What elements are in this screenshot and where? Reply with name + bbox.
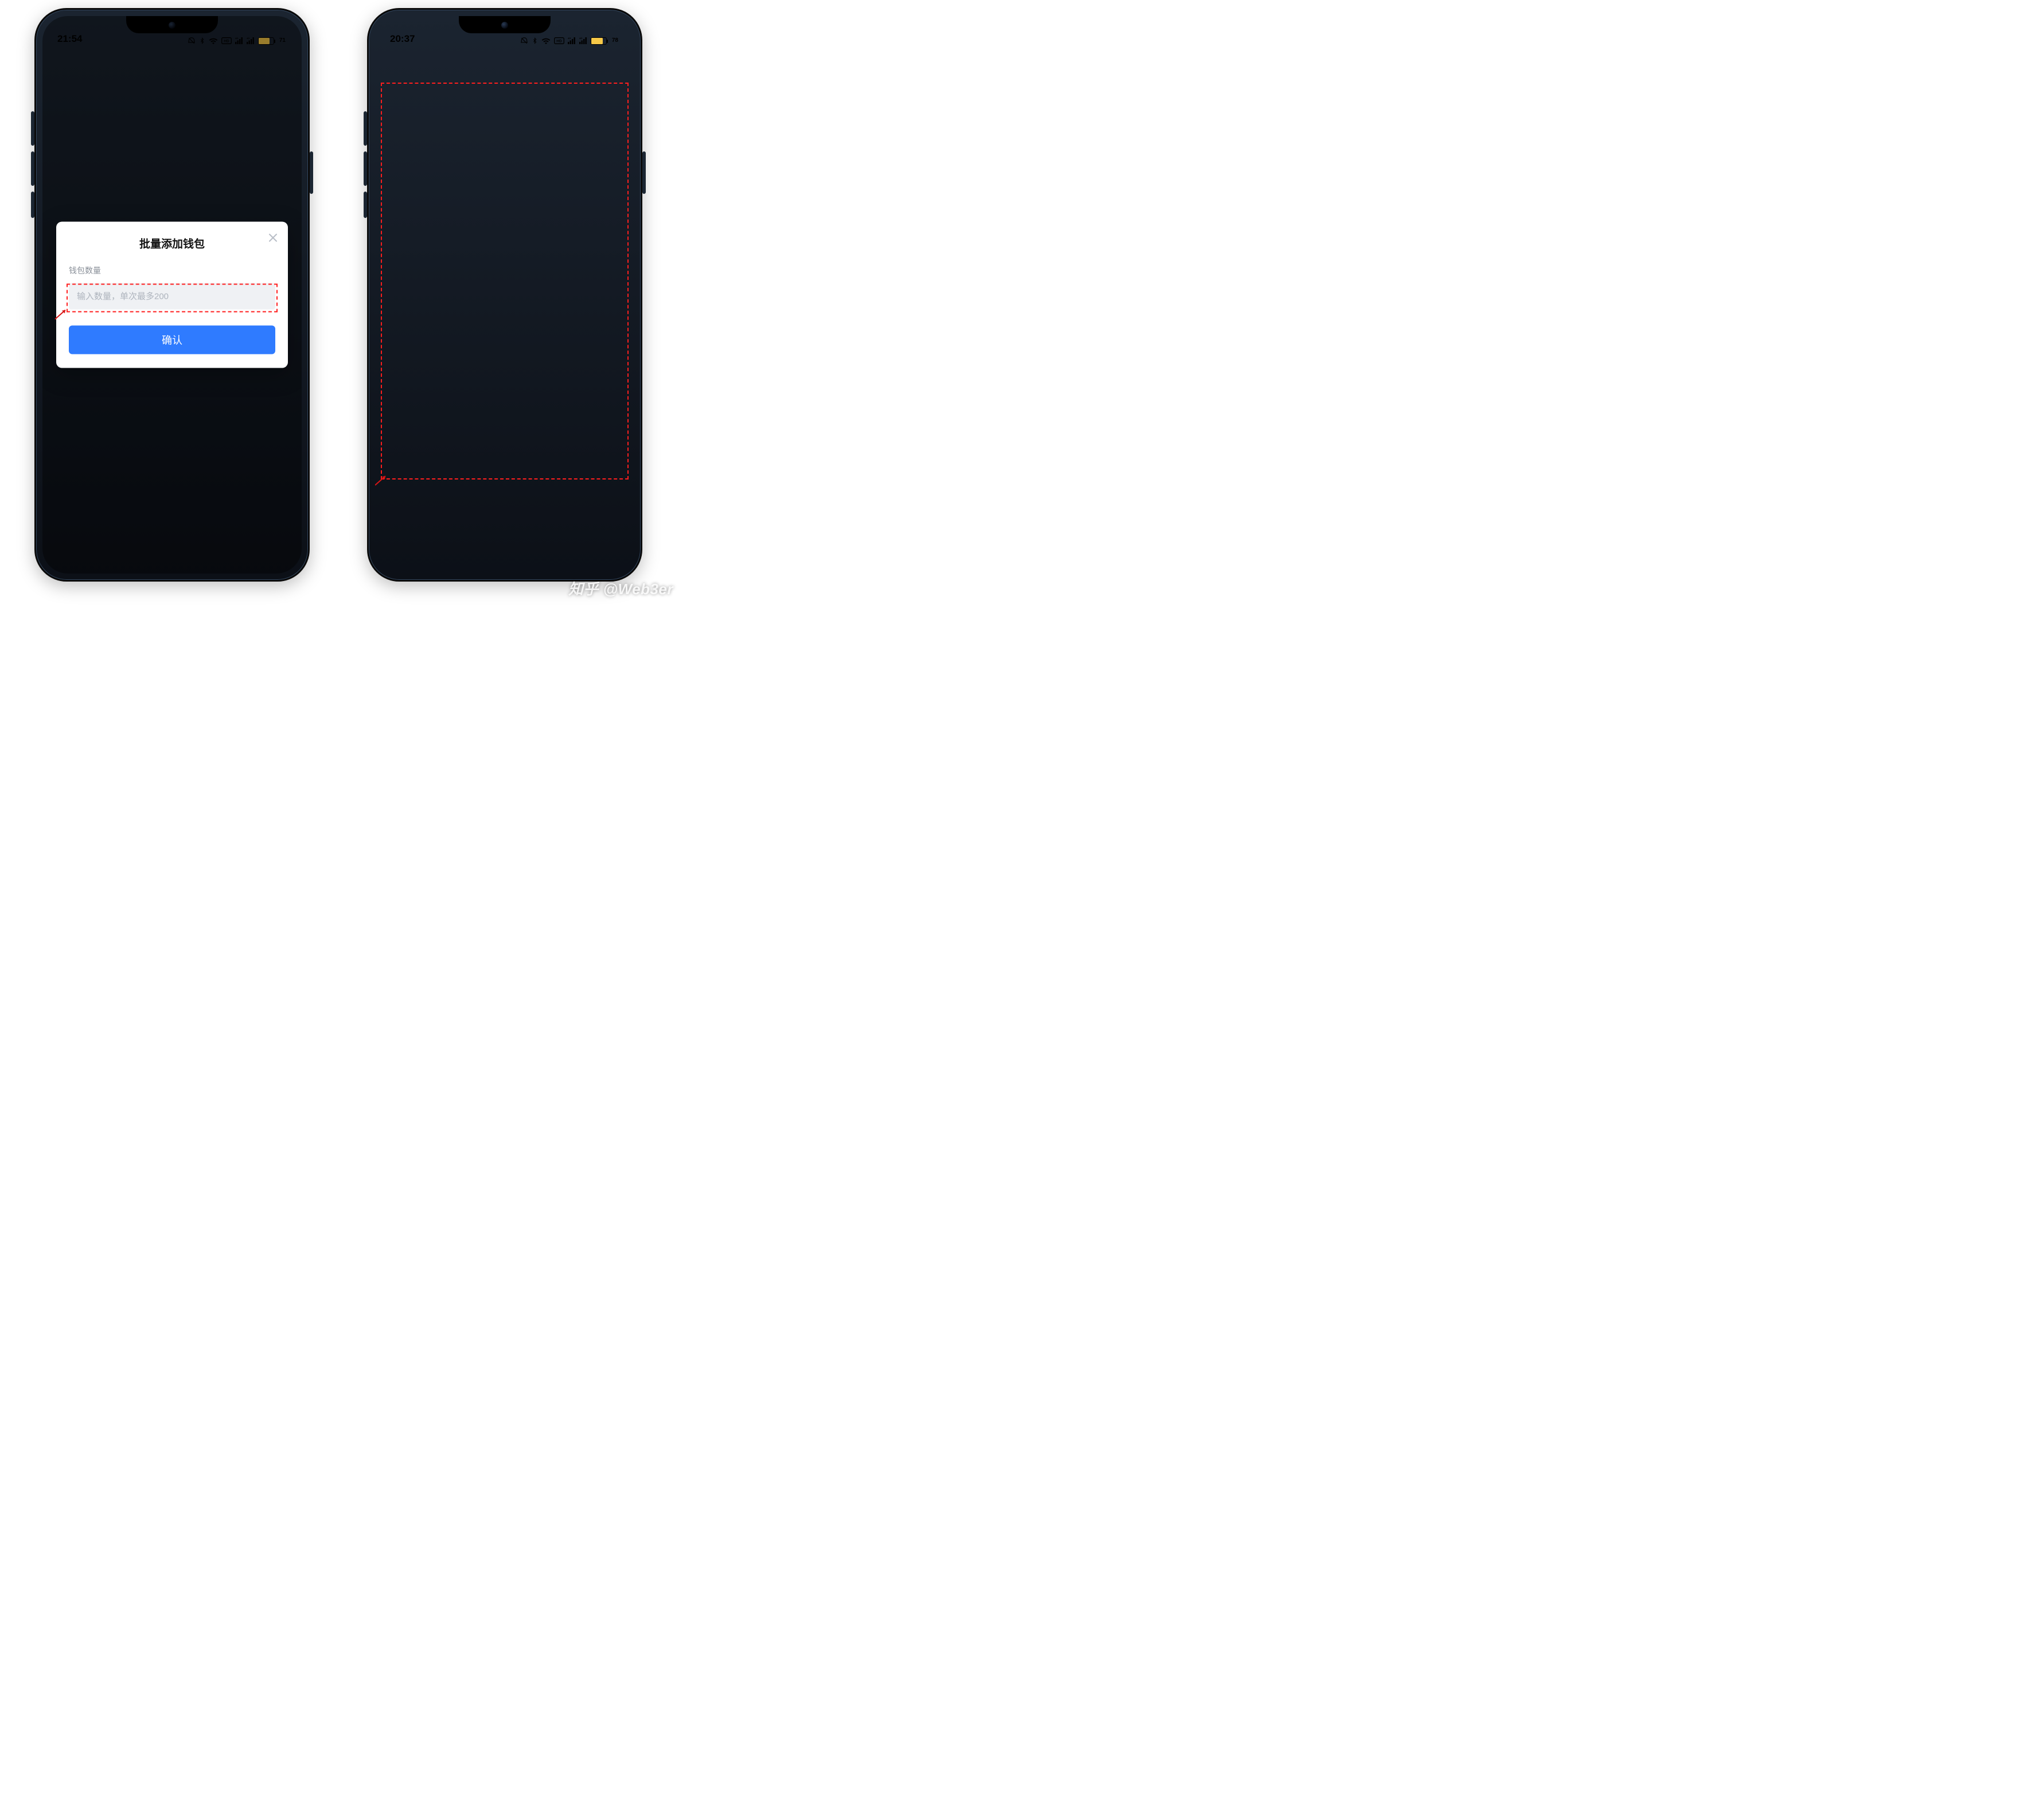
wallet-list[interactable]: BSC-4 0x1975E4181D3…F028d02407c8A 路径：m/44'… bbox=[375, 78, 634, 464]
svg-text:4G: 4G bbox=[568, 37, 571, 40]
wallet-name: BSC-12 bbox=[388, 324, 622, 336]
confirm-button[interactable]: 确认 bbox=[69, 326, 275, 354]
modal-field-label: 钱包数量 bbox=[69, 265, 275, 276]
signal1-icon: 4G bbox=[568, 37, 576, 44]
wallet-count-input[interactable] bbox=[69, 283, 275, 310]
arrow-icon bbox=[54, 308, 69, 321]
wallet-address: 0x498f6fdF3a36…6b8eB69136a1f bbox=[388, 184, 622, 193]
wallet-address: 0x1975E4181D3…F028d02407c8A bbox=[388, 107, 622, 116]
bluetooth-icon bbox=[532, 37, 538, 45]
mute-icon bbox=[520, 37, 528, 45]
modal-title: 批量添加钱包 bbox=[69, 236, 275, 251]
batch-add-modal: 批量添加钱包 钱包数量 确认 bbox=[56, 222, 288, 368]
wifi-icon bbox=[541, 37, 551, 44]
back-button[interactable] bbox=[384, 54, 401, 71]
wallet-address: 0xB1C57e3CAd0…054eFd718CD1 bbox=[388, 339, 622, 348]
screen-right: 20:37 HD 4G 4G 78 钱包列表 BSC-4 0x1975E4181D… bbox=[375, 16, 634, 574]
wallet-path: 路径：m/44'/60'/0'/0/1 bbox=[388, 126, 622, 154]
wallet-name: BSC-11 bbox=[388, 247, 622, 258]
wallet-item[interactable]: BSC-10 0x498f6fdF3a36…6b8eB69136a1f 路径：m/4… bbox=[375, 160, 634, 232]
generate-wallet-button[interactable]: 生成新钱包 bbox=[387, 523, 623, 553]
phone-right: 20:37 HD 4G 4G 78 钱包列表 BSC-4 0x1975E4181D… bbox=[367, 8, 642, 582]
arrow-icon bbox=[375, 474, 389, 486]
watermark: 知乎 @Web3er bbox=[568, 578, 673, 599]
wallet-item[interactable]: BSC-13 0xcCfD01DAD85…eEcfcF3c923BC 路径：m/44… bbox=[375, 392, 634, 464]
navbar: 钱包列表 bbox=[375, 47, 634, 78]
wallet-path: 路径：m/44'/60'/0'/0/5 bbox=[388, 435, 622, 464]
status-time: 20:37 bbox=[390, 33, 415, 45]
screen-left: 21:54 HD 4G 4G 71 钱包列表 生成新钱包 bbox=[42, 16, 302, 574]
hd-icon: HD bbox=[554, 37, 564, 44]
battery-pct: 78 bbox=[612, 38, 618, 44]
wallet-name: BSC-4 bbox=[388, 92, 622, 103]
wallet-name: BSC-10 bbox=[388, 169, 622, 181]
phone-left: 21:54 HD 4G 4G 71 钱包列表 生成新钱包 bbox=[34, 8, 310, 582]
wallet-item[interactable]: BSC-12 0xB1C57e3CAd0…054eFd718CD1 路径：m/44'… bbox=[375, 315, 634, 387]
status-icons: HD 4G 4G 78 bbox=[520, 37, 619, 45]
wallet-address: 0x56cB30D32De…9eDC2cA4Bc95 bbox=[388, 262, 622, 271]
wallet-name: BSC-13 bbox=[388, 401, 622, 413]
close-icon[interactable] bbox=[267, 232, 279, 247]
signal2-icon: 4G bbox=[579, 37, 587, 44]
wallet-item[interactable]: BSC-11 0x56cB30D32De…9eDC2cA4Bc95 路径：m/44'… bbox=[375, 237, 634, 309]
bottom-bar: 生成新钱包 bbox=[375, 513, 634, 574]
battery-icon bbox=[591, 37, 607, 45]
wallet-item[interactable]: BSC-4 0x1975E4181D3…F028d02407c8A 路径：m/44'… bbox=[375, 83, 634, 154]
svg-text:4G: 4G bbox=[579, 37, 582, 40]
page-title: 钱包列表 bbox=[482, 54, 528, 71]
wallet-address: 0xcCfD01DAD85…eEcfcF3c923BC bbox=[388, 416, 622, 426]
wallet-path: 路径：m/44'/60'/0'/0/4 bbox=[388, 358, 622, 387]
svg-text:HD: HD bbox=[556, 40, 562, 44]
wallet-path: 路径：m/44'/60'/0'/0/3 bbox=[388, 280, 622, 309]
phone-notch bbox=[459, 16, 551, 33]
wallet-list-area: BSC-4 0x1975E4181D3…F028d02407c8A 路径：m/44'… bbox=[375, 78, 634, 513]
wallet-path: 路径：m/44'/60'/0'/0/2 bbox=[388, 203, 622, 232]
